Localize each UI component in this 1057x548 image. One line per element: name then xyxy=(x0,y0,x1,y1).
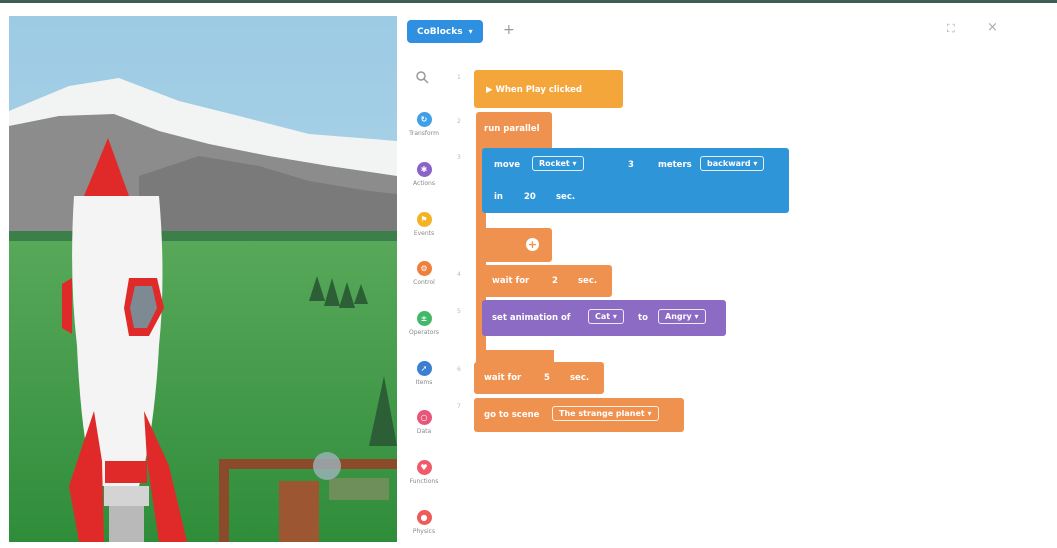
line-number: 7 xyxy=(457,403,461,410)
window-top-border xyxy=(0,0,1057,3)
block-editor: CoBlocks ▾ + ⛶ × ↻ Transform ✱ Actions ⚑ … xyxy=(399,8,1057,548)
when-play-clicked-block[interactable]: ▶ When Play clicked xyxy=(474,70,623,108)
actions-icon: ✱ xyxy=(416,162,432,177)
transform-icon: ↻ xyxy=(416,112,432,127)
category-operators[interactable]: ± Operators xyxy=(401,311,447,336)
events-icon: ⚑ xyxy=(416,212,432,227)
scene-viewport[interactable] xyxy=(9,16,397,542)
run-parallel-block[interactable]: run parallel xyxy=(476,112,552,148)
category-actions[interactable]: ✱ Actions xyxy=(401,162,447,187)
wait-value[interactable]: 2 xyxy=(552,276,558,286)
category-functions[interactable]: ♥ Functions xyxy=(401,460,447,485)
parallel-branch: + xyxy=(476,228,552,262)
move-block[interactable]: move Rocket ▾ 3 meters backward ▾ in 20 … xyxy=(482,148,789,213)
go-to-scene-block[interactable]: go to scene The strange planet ▾ xyxy=(474,398,684,432)
wait-for-block[interactable]: wait for 5 sec. xyxy=(474,362,604,394)
line-number: 3 xyxy=(457,154,461,161)
line-number: 6 xyxy=(457,366,461,373)
wait-value[interactable]: 5 xyxy=(544,373,550,383)
wait-for-block[interactable]: wait for 2 sec. xyxy=(482,265,612,297)
category-items[interactable]: ➚ Items xyxy=(401,361,447,386)
add-tab-button[interactable]: + xyxy=(503,22,515,38)
amount-value[interactable]: 3 xyxy=(628,160,634,170)
operators-icon: ± xyxy=(416,311,432,326)
line-number: 2 xyxy=(457,118,461,125)
scene-dropdown[interactable]: The strange planet ▾ xyxy=(552,406,659,421)
category-control[interactable]: ⚙ Control xyxy=(401,261,447,286)
chevron-down-icon: ▾ xyxy=(468,27,473,36)
line-number: 5 xyxy=(457,308,461,315)
category-events[interactable]: ⚑ Events xyxy=(401,212,447,237)
duration-value[interactable]: 20 xyxy=(524,192,536,202)
scene-render xyxy=(9,16,397,542)
direction-dropdown[interactable]: backward ▾ xyxy=(700,156,765,171)
search-icon[interactable] xyxy=(415,70,429,84)
line-number: 4 xyxy=(457,271,461,278)
animation-object-dropdown[interactable]: Cat ▾ xyxy=(588,309,624,324)
animation-dropdown[interactable]: Angry ▾ xyxy=(658,309,706,324)
set-animation-block[interactable]: set animation of Cat ▾ to Angry ▾ xyxy=(482,300,726,336)
items-icon: ➚ xyxy=(416,361,432,376)
data-icon: ○ xyxy=(416,410,432,425)
category-transform[interactable]: ↻ Transform xyxy=(401,112,447,137)
tab-label: CoBlocks xyxy=(417,27,463,37)
functions-icon: ♥ xyxy=(416,460,432,475)
add-branch-button[interactable]: + xyxy=(526,238,539,251)
physics-icon: ● xyxy=(416,510,432,525)
category-data[interactable]: ○ Data xyxy=(401,410,447,435)
line-number: 1 xyxy=(457,74,461,81)
category-physics[interactable]: ● Physics xyxy=(401,510,447,535)
close-icon[interactable]: × xyxy=(987,20,998,35)
object-dropdown[interactable]: Rocket ▾ xyxy=(532,156,584,171)
fullscreen-icon[interactable]: ⛶ xyxy=(947,22,955,36)
fence xyxy=(219,459,397,469)
tab-coblocks[interactable]: CoBlocks ▾ xyxy=(407,20,483,43)
control-icon: ⚙ xyxy=(416,261,432,276)
